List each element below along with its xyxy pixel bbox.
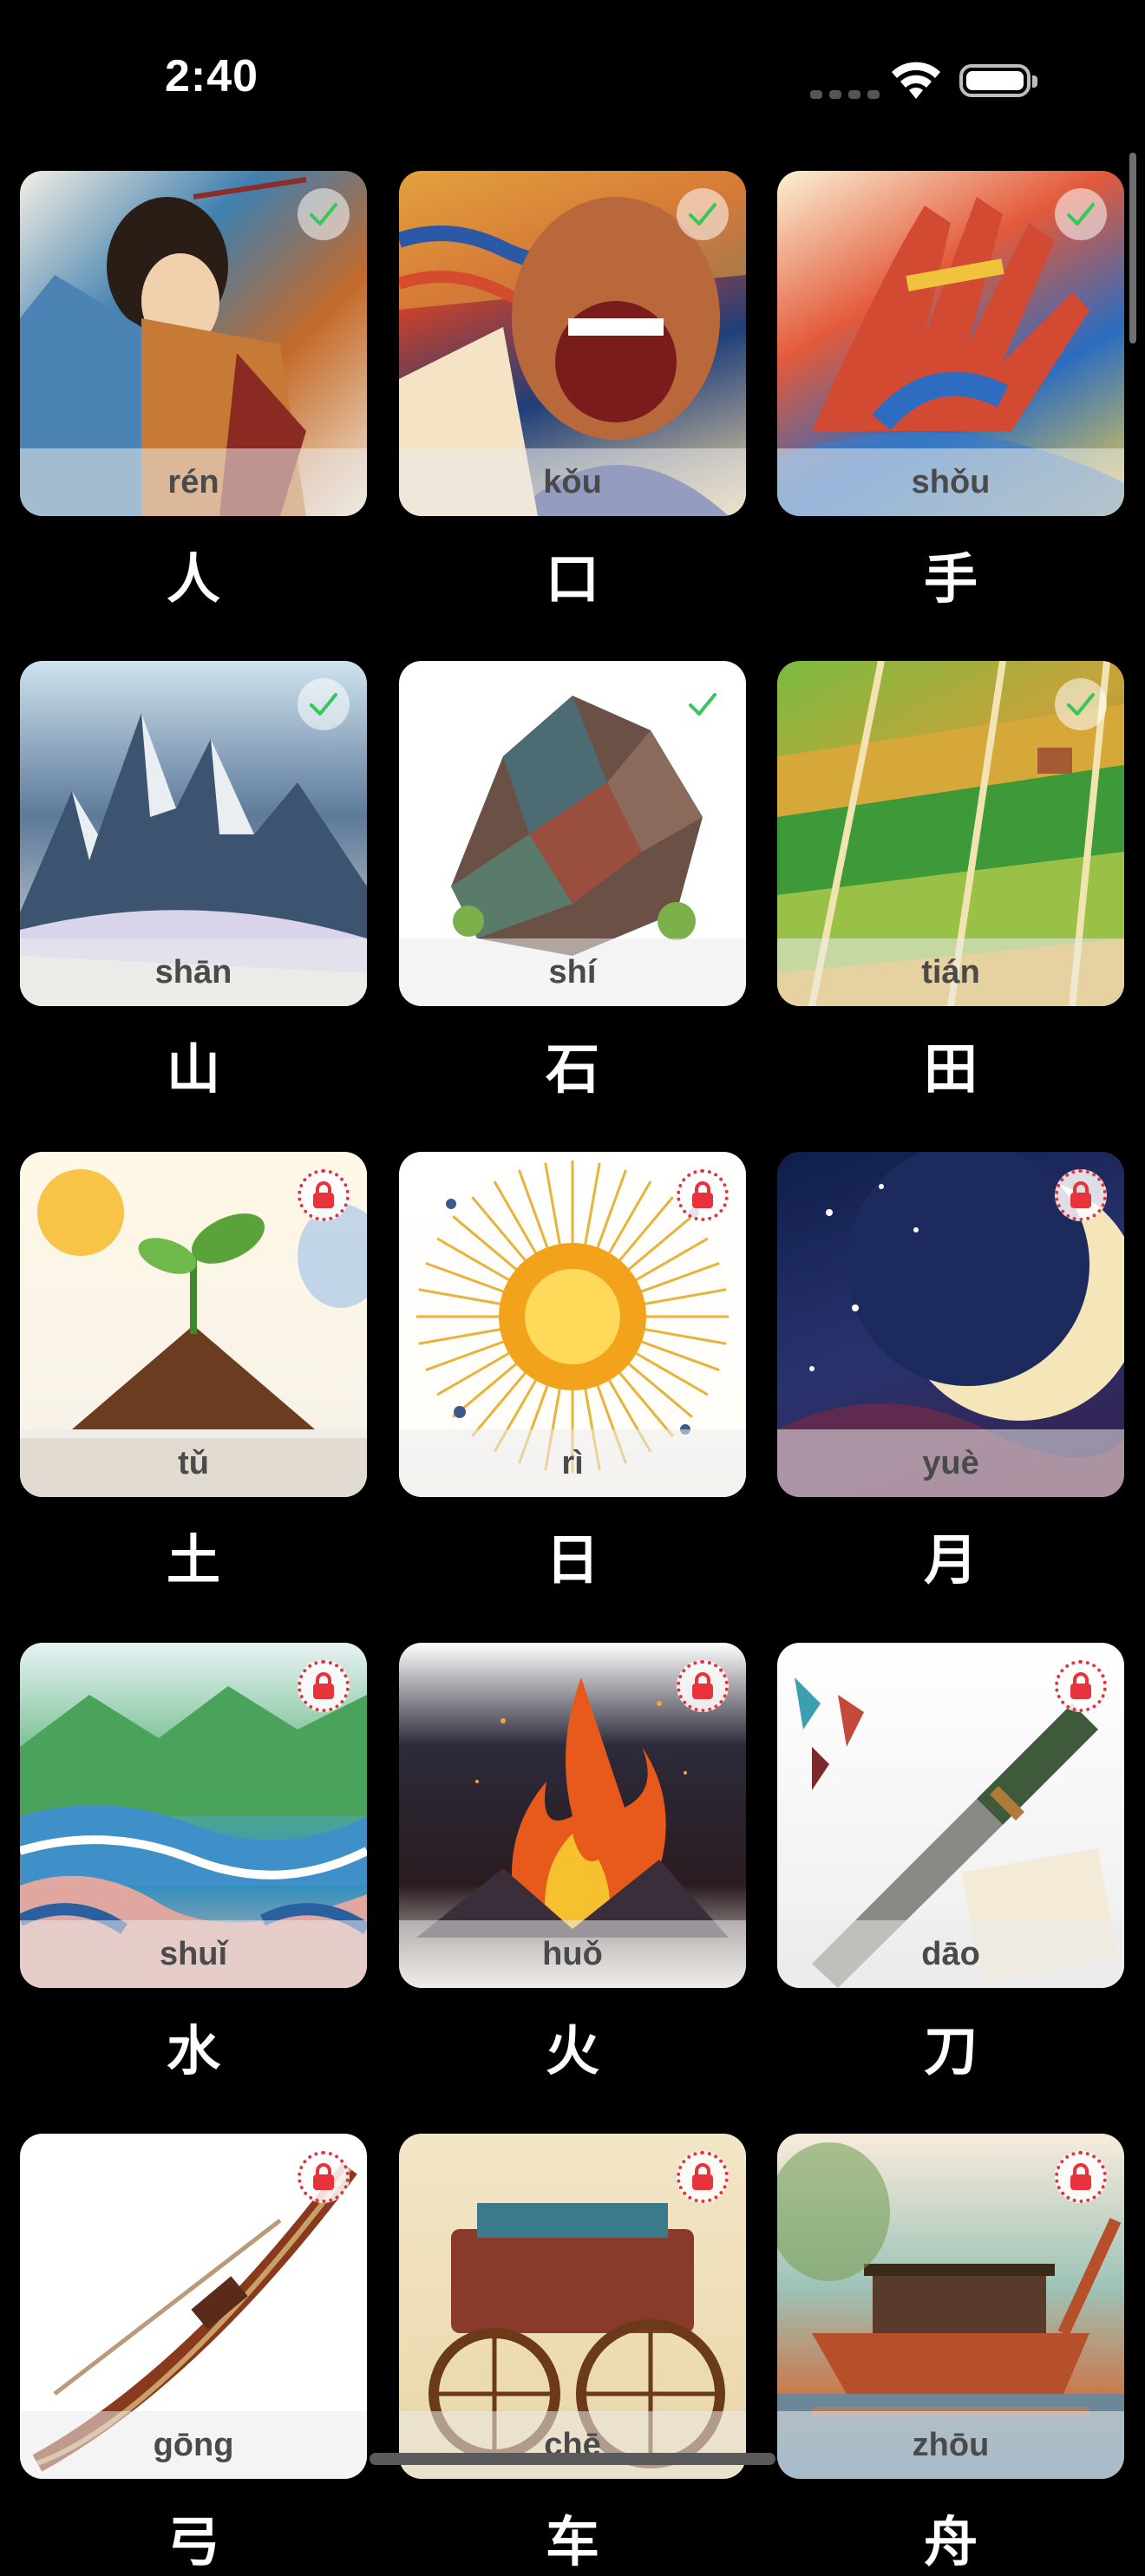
hanzi-label: 舟 xyxy=(923,2510,978,2573)
character-card[interactable]: rì xyxy=(399,1152,746,1497)
pinyin-label: shǒu xyxy=(911,463,991,500)
pinyin-strip: tǔ xyxy=(20,1429,367,1497)
character-card[interactable]: huǒ xyxy=(399,1643,746,1988)
hanzi-label: 石 xyxy=(545,1037,599,1101)
pinyin-strip: shān xyxy=(20,938,367,1006)
hanzi-label: 土 xyxy=(166,1528,220,1592)
character-cell: tǔ 土 xyxy=(20,1152,367,1594)
check-icon xyxy=(298,678,350,730)
pinyin-strip: shǒu xyxy=(777,448,1124,516)
character-cell: huǒ 火 xyxy=(399,1643,746,2085)
hanzi-label: 田 xyxy=(923,1037,978,1101)
cellular-signal-icon xyxy=(810,90,880,99)
hanzi-label: 弓 xyxy=(166,2510,220,2573)
check-icon xyxy=(298,188,350,240)
check-icon xyxy=(1055,678,1107,730)
character-card[interactable]: kǒu xyxy=(399,171,746,516)
hanzi-label: 刀 xyxy=(923,2019,978,2082)
pinyin-label: yuè xyxy=(922,1444,979,1481)
character-cell: shǒu 手 xyxy=(777,171,1124,613)
character-card[interactable]: tǔ xyxy=(20,1152,367,1497)
character-card[interactable]: rén xyxy=(20,171,367,516)
pinyin-label: tián xyxy=(921,953,980,991)
status-time: 2:40 xyxy=(165,51,259,101)
pinyin-strip: gōng xyxy=(20,2411,367,2479)
pinyin-label: dāo xyxy=(921,1935,980,1972)
pinyin-strip: yuè xyxy=(777,1429,1124,1497)
character-card[interactable]: shǒu xyxy=(777,171,1124,516)
character-card[interactable]: shí xyxy=(399,661,746,1006)
pinyin-label: shān xyxy=(154,953,232,991)
lock-icon xyxy=(298,2151,350,2203)
character-cell: kǒu 口 xyxy=(399,171,746,613)
character-card[interactable]: shān xyxy=(20,661,367,1006)
pinyin-strip: shuǐ xyxy=(20,1920,367,1988)
character-card[interactable]: gōng xyxy=(20,2134,367,2479)
hanzi-label: 日 xyxy=(545,1528,599,1592)
lock-icon xyxy=(298,1660,350,1712)
character-cell: tián 田 xyxy=(777,661,1124,1103)
scroll-indicator[interactable] xyxy=(1129,153,1136,343)
character-cell: chē 车 xyxy=(399,2134,746,2576)
lock-icon xyxy=(1055,1169,1107,1221)
hanzi-label: 火 xyxy=(545,2019,599,2082)
pinyin-label: tǔ xyxy=(178,1444,209,1481)
character-cell: dāo 刀 xyxy=(777,1643,1124,2085)
hanzi-label: 山 xyxy=(166,1037,220,1101)
lock-icon xyxy=(298,1169,350,1221)
pinyin-label: zhōu xyxy=(912,2426,990,2463)
pinyin-label: rén xyxy=(167,463,219,500)
status-bar: 2:40 xyxy=(0,0,1145,165)
lock-icon xyxy=(1055,2151,1107,2203)
pinyin-strip: tián xyxy=(777,938,1124,1006)
pinyin-strip: shí xyxy=(399,938,746,1006)
character-card[interactable]: dāo xyxy=(777,1643,1124,1988)
pinyin-strip: huǒ xyxy=(399,1920,746,1988)
character-cell: shuǐ 水 xyxy=(20,1643,367,2085)
pinyin-label: rì xyxy=(561,1444,584,1481)
pinyin-label: kǒu xyxy=(543,463,602,500)
pinyin-label: shuǐ xyxy=(159,1935,228,1972)
character-card[interactable]: zhōu xyxy=(777,2134,1124,2479)
pinyin-strip: zhōu xyxy=(777,2411,1124,2479)
character-cell: shān 山 xyxy=(20,661,367,1103)
pinyin-strip: rì xyxy=(399,1429,746,1497)
pinyin-label: gōng xyxy=(153,2426,234,2463)
wifi-icon xyxy=(892,62,940,99)
character-cell: yuè 月 xyxy=(777,1152,1124,1594)
pinyin-label: shí xyxy=(548,953,597,991)
character-card[interactable]: shuǐ xyxy=(20,1643,367,1988)
hanzi-label: 水 xyxy=(166,2019,220,2082)
character-cell: rì 日 xyxy=(399,1152,746,1594)
hanzi-label: 手 xyxy=(923,547,978,611)
lock-icon xyxy=(677,1169,729,1221)
lock-icon xyxy=(677,2151,729,2203)
character-cell: zhōu 舟 xyxy=(777,2134,1124,2576)
pinyin-strip: dāo xyxy=(777,1920,1124,1988)
lock-icon xyxy=(1055,1660,1107,1712)
character-cell: shí 石 xyxy=(399,661,746,1103)
hanzi-label: 车 xyxy=(545,2510,599,2573)
check-icon xyxy=(677,678,729,730)
check-icon xyxy=(677,188,729,240)
hanzi-label: 月 xyxy=(923,1528,978,1592)
battery-icon xyxy=(959,64,1037,97)
character-cell: gōng 弓 xyxy=(20,2134,367,2576)
character-card[interactable]: yuè xyxy=(777,1152,1124,1497)
pinyin-strip: rén xyxy=(20,448,367,516)
hanzi-label: 口 xyxy=(545,547,599,611)
pinyin-strip: chē xyxy=(399,2411,746,2479)
pinyin-strip: kǒu xyxy=(399,448,746,516)
lock-icon xyxy=(677,1660,729,1712)
character-card[interactable]: chē xyxy=(399,2134,746,2479)
hanzi-label: 人 xyxy=(166,547,220,611)
character-card[interactable]: tián xyxy=(777,661,1124,1006)
character-cell: rén 人 xyxy=(20,171,367,613)
check-icon xyxy=(1055,188,1107,240)
pinyin-label: huǒ xyxy=(542,1935,603,1972)
home-indicator[interactable] xyxy=(370,2453,775,2465)
